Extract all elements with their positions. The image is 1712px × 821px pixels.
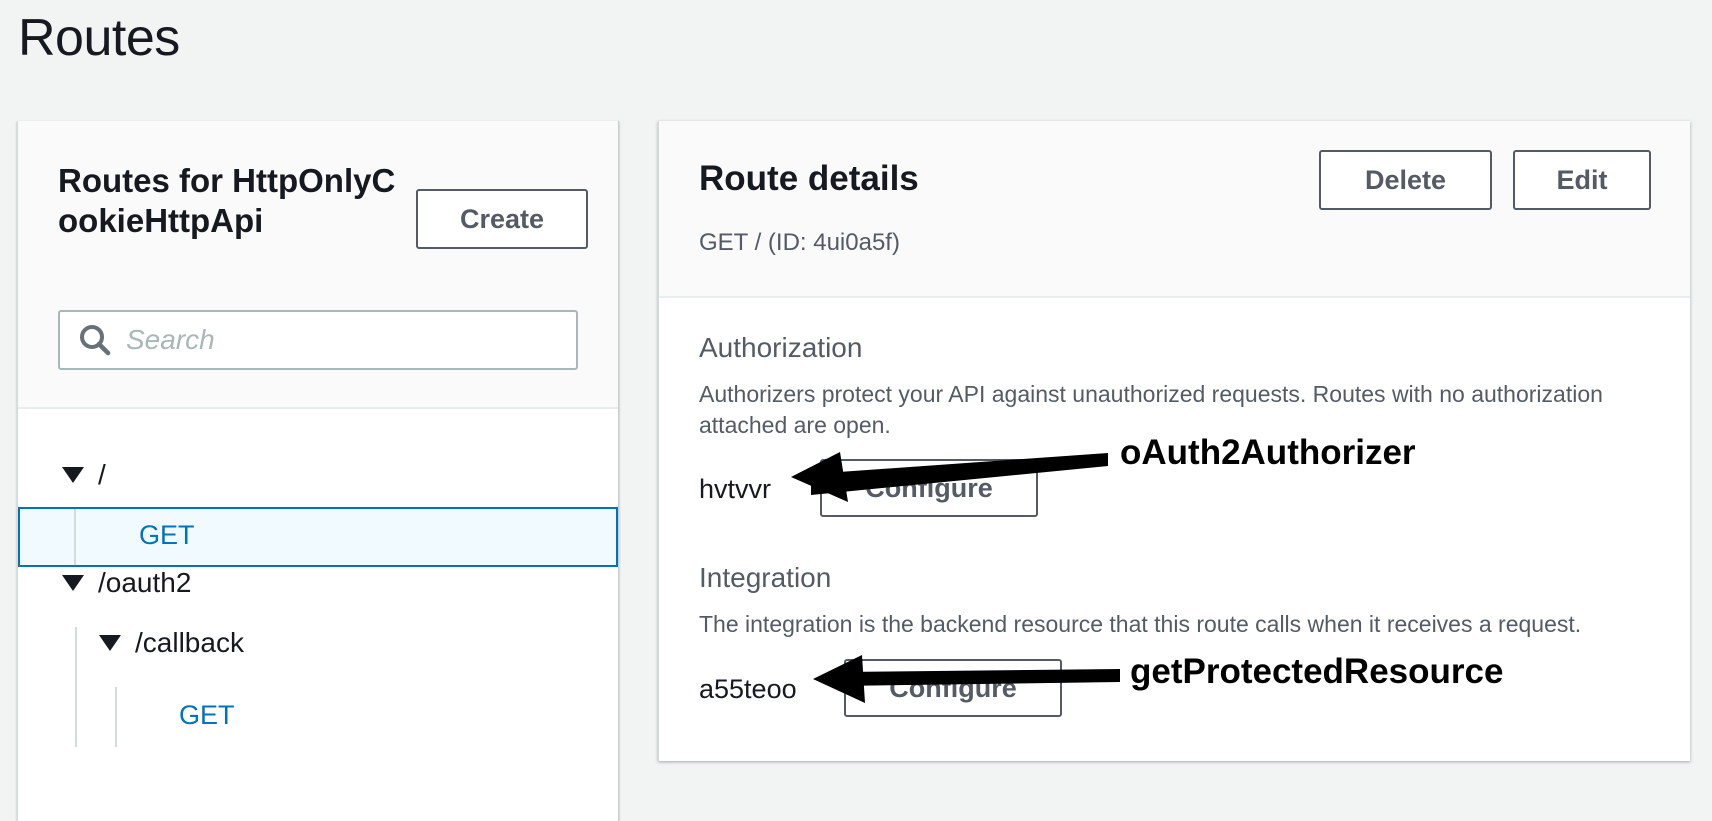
integration-description: The integration is the backend resource … xyxy=(699,611,1582,637)
routes-panel: Routes for HttpOnlyCookieHttpApi Create … xyxy=(17,121,619,821)
tree-method-get-root[interactable]: GET xyxy=(139,520,195,551)
authorizer-annotation: oAuth2Authorizer xyxy=(1120,433,1416,472)
search-icon xyxy=(80,325,111,356)
edit-button[interactable]: Edit xyxy=(1513,150,1651,210)
caret-down-icon[interactable] xyxy=(99,635,121,651)
tree-node-label: /callback xyxy=(135,627,244,658)
tree-node-oauth2[interactable]: /oauth2 xyxy=(62,567,191,599)
configure-integration-button[interactable]: Configure xyxy=(844,659,1062,717)
tree-guide-line xyxy=(74,509,76,565)
integration-annotation: getProtectedResource xyxy=(1130,652,1504,691)
tree-node-label: / xyxy=(98,459,106,490)
tree-node-label: /oauth2 xyxy=(98,567,192,598)
authorizer-id: hvtvvr xyxy=(699,474,772,504)
tree-node-root[interactable]: / xyxy=(62,459,106,491)
tree-guide-line xyxy=(75,627,77,747)
integration-title: Integration xyxy=(699,562,832,593)
authorization-title: Authorization xyxy=(699,332,863,363)
route-details-header: Route details GET / (ID: 4ui0a5f) Delete… xyxy=(659,121,1690,298)
authorization-description: Authorizers protect your API against una… xyxy=(699,381,1603,438)
integration-id: a55teoo xyxy=(699,674,797,704)
configure-authorization-button[interactable]: Configure xyxy=(820,459,1038,517)
page-title: Routes xyxy=(18,9,180,67)
route-id-text: GET / (ID: 4ui0a5f) xyxy=(699,229,900,256)
tree-row-selected[interactable] xyxy=(18,507,618,567)
route-details-title: Route details xyxy=(699,159,919,198)
search-input[interactable] xyxy=(126,324,566,356)
routes-panel-title: Routes for HttpOnlyCookieHttpApi xyxy=(58,162,396,239)
tree-node-callback[interactable]: /callback xyxy=(99,627,244,659)
create-route-button[interactable]: Create xyxy=(416,189,588,249)
search-field[interactable] xyxy=(58,310,578,370)
tree-guide-line xyxy=(115,687,117,747)
delete-button[interactable]: Delete xyxy=(1319,150,1492,210)
routes-panel-header: Routes for HttpOnlyCookieHttpApi Create xyxy=(18,121,618,409)
caret-down-icon[interactable] xyxy=(62,467,84,483)
caret-down-icon[interactable] xyxy=(62,575,84,591)
tree-method-get-callback[interactable]: GET xyxy=(179,700,235,731)
